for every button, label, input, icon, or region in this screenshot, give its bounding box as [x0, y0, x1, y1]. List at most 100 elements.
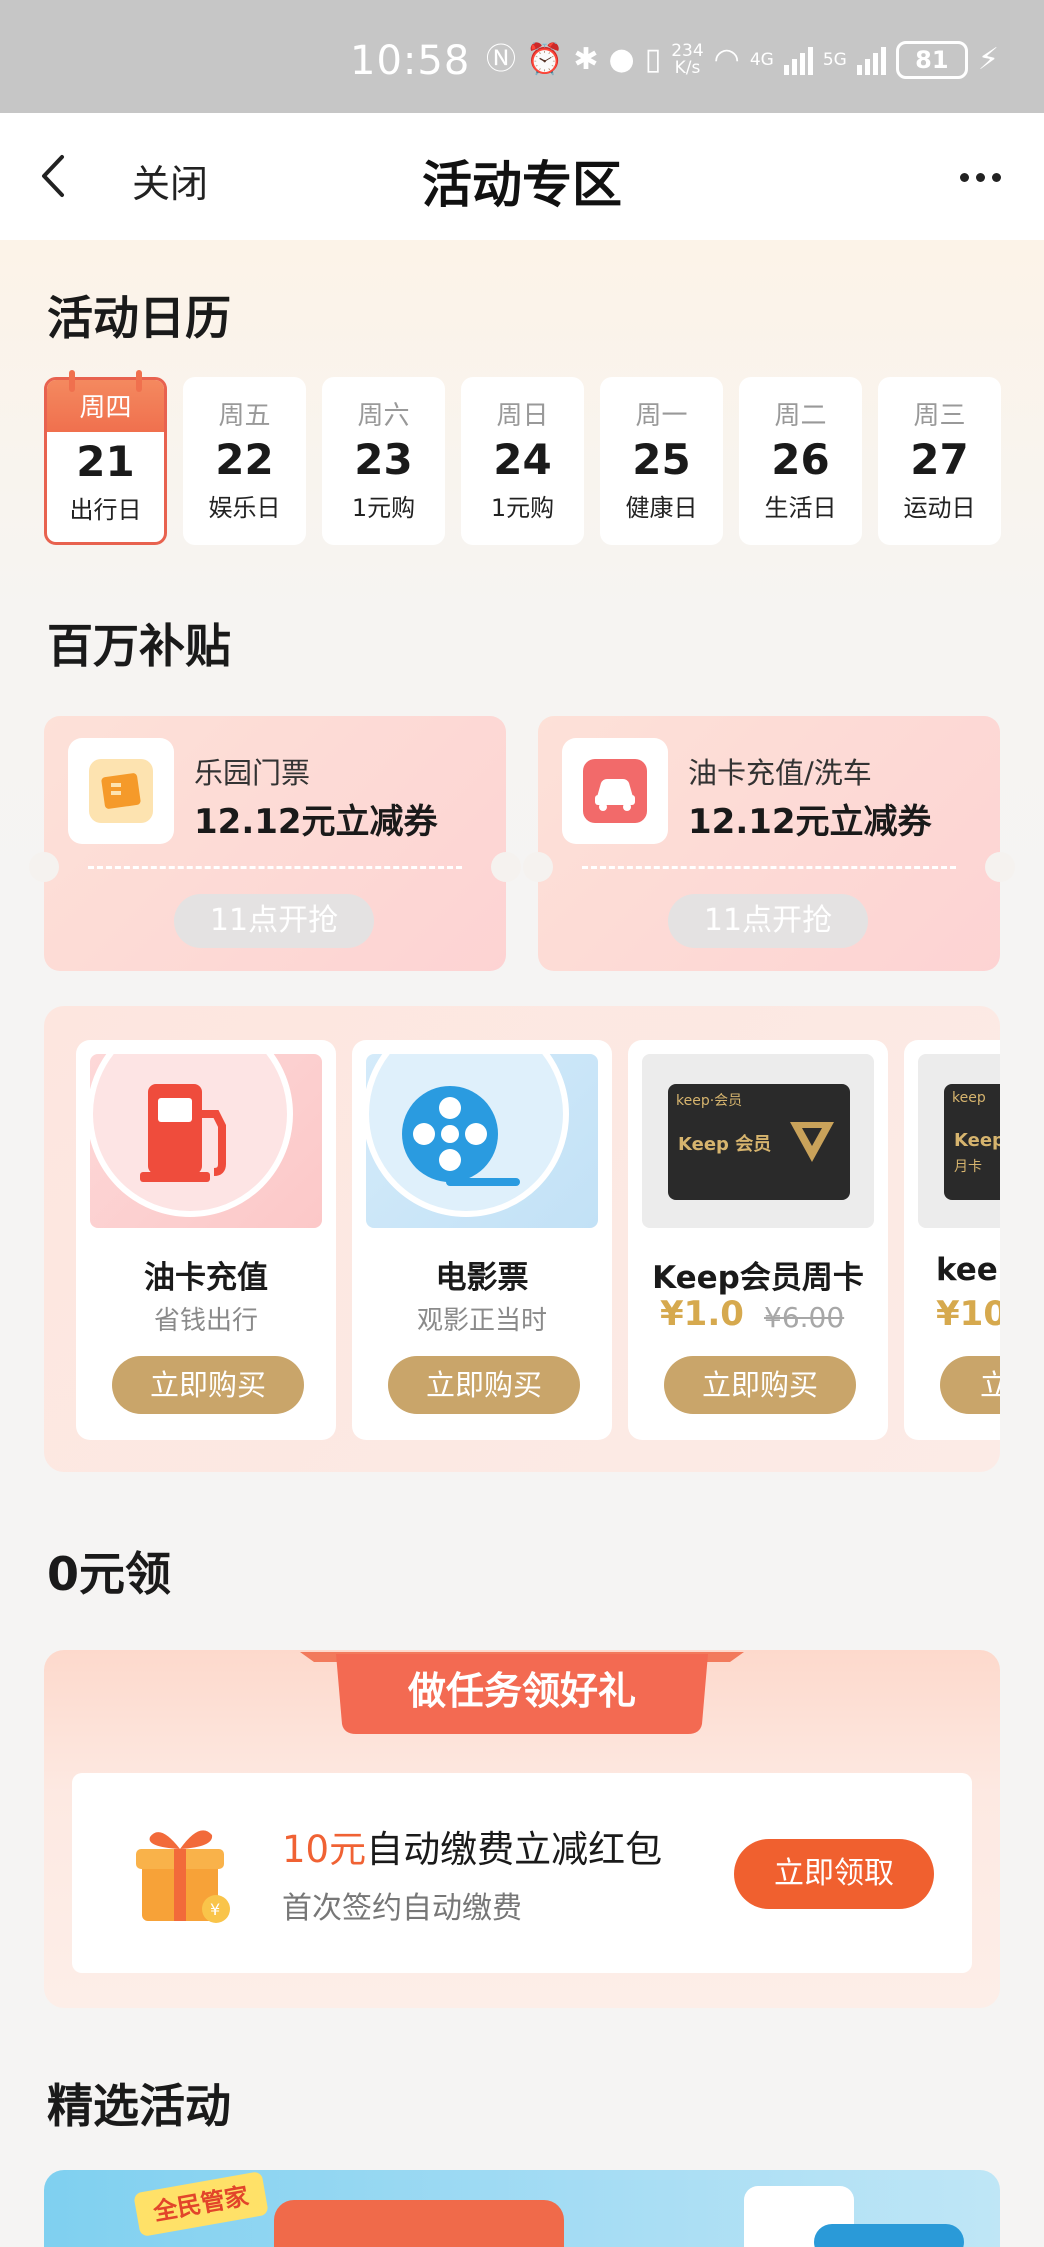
- day-date: 22: [215, 435, 274, 484]
- day-date: 26: [771, 435, 830, 484]
- banner-tag: 全民管家: [133, 2171, 269, 2237]
- calendar-day[interactable]: 周一 25 健康日: [600, 377, 723, 545]
- coupon-amount: 12.12元立减券: [688, 802, 932, 842]
- signal-4g-label: 4G: [749, 49, 774, 70]
- calendar-section-title: 活动日历: [47, 291, 231, 345]
- location-icon: ●: [608, 42, 635, 77]
- day-weekday: 周日: [496, 401, 549, 431]
- day-date: 21: [76, 437, 135, 486]
- vibrate-icon: ▯: [644, 42, 662, 77]
- claim-button[interactable]: 立即领取: [734, 1839, 934, 1909]
- status-icons: Ⓝ ⏰ ✱ ● ▯ 234 K/s ◠ 4G 5G 81 ⚡: [486, 40, 999, 80]
- alarm-icon: ⏰: [526, 42, 564, 77]
- day-label: 运动日: [903, 494, 976, 522]
- status-time: 10:58: [350, 38, 471, 84]
- fuel-pump-icon: [90, 1054, 322, 1228]
- task-subtitle: 首次签约自动缴费: [282, 1891, 522, 1926]
- product-card[interactable]: keep Keep 月卡 keep ¥10. 立: [904, 1040, 1000, 1440]
- product-card[interactable]: 油卡充值 省钱出行 立即购买: [76, 1040, 336, 1440]
- featured-section-title: 精选活动: [45, 2070, 249, 2136]
- day-weekday: 周五: [218, 401, 271, 431]
- charging-icon: ⚡: [977, 42, 999, 77]
- buy-now-button[interactable]: 立即购买: [388, 1356, 580, 1414]
- nav-bar: 关闭 活动专区: [0, 113, 1044, 240]
- product-subtitle: 观影正当时: [416, 1306, 547, 1336]
- day-date: 23: [354, 435, 413, 484]
- signal-5g-label: 5G: [822, 49, 847, 70]
- svg-text:¥: ¥: [210, 1900, 220, 1919]
- keep-member-card: keep Keep 月卡: [944, 1084, 1000, 1200]
- ticket-icon: [68, 738, 174, 844]
- product-subtitle: 省钱出行: [153, 1306, 258, 1336]
- banner-pill: [814, 2224, 964, 2247]
- coupon-card[interactable]: 油卡充值/洗车 12.12元立减券 11点开抢: [523, 716, 1015, 971]
- day-label: 娱乐日: [208, 494, 281, 522]
- calendar-day[interactable]: 周二 26 生活日: [739, 377, 862, 545]
- buy-now-button[interactable]: 立: [940, 1356, 1000, 1414]
- keep-card-image: keep·会员 Keep 会员: [642, 1054, 874, 1228]
- signal-5g-icon: [856, 45, 886, 75]
- day-label: 1元购: [351, 494, 416, 522]
- keep-card-brand: keep: [952, 1090, 986, 1106]
- product-name: Keep会员周卡: [652, 1260, 864, 1296]
- wifi-icon: ◠: [713, 42, 740, 77]
- free-section-title: 0元领: [45, 1538, 190, 1604]
- calendar-day[interactable]: 周三 27 运动日: [878, 377, 1001, 545]
- signal-4g-icon: [783, 45, 813, 75]
- status-bar: 10:58 Ⓝ ⏰ ✱ ● ▯ 234 K/s ◠ 4G 5G 81 ⚡: [0, 0, 1044, 113]
- keep-card-brand: keep·会员: [676, 1093, 743, 1109]
- coupon-card[interactable]: 乐园门票 12.12元立减券 11点开抢: [29, 716, 521, 971]
- calendar-day[interactable]: 周四 21 出行日: [44, 370, 167, 545]
- coupon-grab-button[interactable]: 11点开抢: [174, 894, 374, 948]
- calendar-day[interactable]: 周六 23 1元购: [322, 377, 445, 545]
- subsidy-section-title: 百万补贴: [45, 610, 249, 676]
- day-label: 1元购: [490, 494, 555, 522]
- buy-now-button[interactable]: 立即购买: [664, 1356, 856, 1414]
- product-price: ¥10.: [936, 1294, 1000, 1334]
- day-weekday: 周六: [357, 401, 410, 431]
- keep-card-image: keep Keep 月卡: [918, 1054, 1000, 1228]
- coupon-name: 油卡充值/洗车: [688, 756, 872, 790]
- keep-card-sub: 月卡: [954, 1159, 982, 1175]
- page-title: 活动专区: [422, 156, 622, 214]
- day-date: 25: [632, 435, 691, 484]
- day-label: 健康日: [625, 494, 698, 522]
- calendar-day[interactable]: 周五 22 娱乐日: [183, 377, 306, 545]
- task-banner-title: 做任务领好礼: [407, 1669, 636, 1713]
- product-price: ¥1.0: [660, 1294, 744, 1334]
- day-weekday: 周四: [47, 380, 164, 432]
- product-card[interactable]: 电影票 观影正当时 立即购买: [352, 1040, 612, 1440]
- coupon-amount: 12.12元立减券: [194, 802, 438, 842]
- day-date: 27: [910, 435, 969, 484]
- buy-now-button[interactable]: 立即购买: [112, 1356, 304, 1414]
- page-content: 活动日历 周四 21 出行日 周五 22 娱乐日 周六 23 1元购 周日 24…: [0, 240, 1044, 2247]
- day-label: 出行日: [69, 496, 142, 524]
- network-speed: 234 K/s: [671, 41, 704, 78]
- day-label: 生活日: [764, 494, 837, 522]
- banner-red-envelope: [274, 2200, 564, 2247]
- nfc-icon: Ⓝ: [486, 42, 516, 77]
- day-weekday: 周一: [635, 401, 688, 431]
- activity-calendar: 周四 21 出行日 周五 22 娱乐日 周六 23 1元购 周日 24 1元购 …: [44, 370, 1001, 545]
- calendar-day[interactable]: 周日 24 1元购: [461, 377, 584, 545]
- bluetooth-icon: ✱: [573, 42, 599, 77]
- more-options-icon[interactable]: [960, 157, 1008, 197]
- task-card[interactable]: ¥ 10元自动缴费立减红包 首次签约自动缴费 立即领取: [72, 1773, 972, 1973]
- product-card[interactable]: keep·会员 Keep 会员 Keep会员周卡 ¥1.0 ¥6.00 立即购买: [628, 1040, 888, 1440]
- calendar-ring-icon: [136, 370, 142, 392]
- gift-box-icon: ¥: [136, 1830, 230, 1923]
- car-icon: [562, 738, 668, 844]
- day-date: 24: [493, 435, 552, 484]
- featured-banner[interactable]: 全民管家: [44, 2170, 1000, 2247]
- battery-icon: 81: [895, 41, 968, 79]
- task-title: 10元自动缴费立减红包: [282, 1828, 663, 1871]
- coupon-name: 乐园门票: [194, 756, 311, 790]
- calendar-ring-icon: [69, 370, 75, 392]
- keep-member-card: keep·会员 Keep 会员: [668, 1084, 850, 1200]
- keep-card-text: Keep: [954, 1130, 1000, 1151]
- day-weekday: 周二: [774, 401, 827, 431]
- product-name: 电影票: [435, 1260, 529, 1296]
- coupon-grab-button[interactable]: 11点开抢: [668, 894, 868, 948]
- task-panel: 做任务领好礼 ¥ 10元自动缴费立减红包 首次签约自动缴费 立即领取: [44, 1650, 1000, 2008]
- product-carousel[interactable]: 油卡充值 省钱出行 立即购买 电影票 观影正当时 立即购买 keep·会员 Ke…: [44, 1006, 1000, 1472]
